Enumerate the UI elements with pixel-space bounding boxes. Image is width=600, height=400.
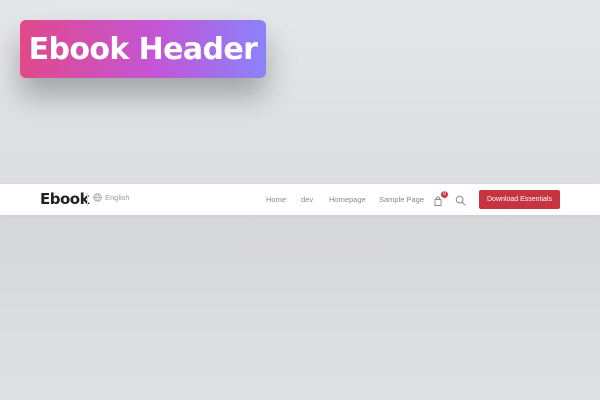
globe-icon xyxy=(93,193,102,202)
nav-homepage[interactable]: Homepage xyxy=(329,195,366,204)
search-button[interactable] xyxy=(455,193,466,211)
cart-button[interactable]: 0 xyxy=(433,191,448,206)
page-title: Ebook Header xyxy=(28,31,258,67)
download-essentials-button[interactable]: Download Essentials xyxy=(479,190,560,209)
search-icon xyxy=(455,195,466,206)
header-divider xyxy=(87,193,88,206)
cart-count-badge: 0 xyxy=(441,191,448,198)
bag-icon xyxy=(434,196,442,206)
site-header: Ebook English Home dev Homepage Sample P… xyxy=(0,184,600,215)
nav-dev[interactable]: dev xyxy=(301,195,313,204)
nav-sample-page[interactable]: Sample Page xyxy=(379,195,424,204)
site-logo[interactable]: Ebook xyxy=(40,190,90,208)
language-selector[interactable]: English xyxy=(93,193,130,202)
nav-home[interactable]: Home xyxy=(266,195,286,204)
title-badge: Ebook Header xyxy=(20,20,266,78)
language-label: English xyxy=(105,193,130,202)
